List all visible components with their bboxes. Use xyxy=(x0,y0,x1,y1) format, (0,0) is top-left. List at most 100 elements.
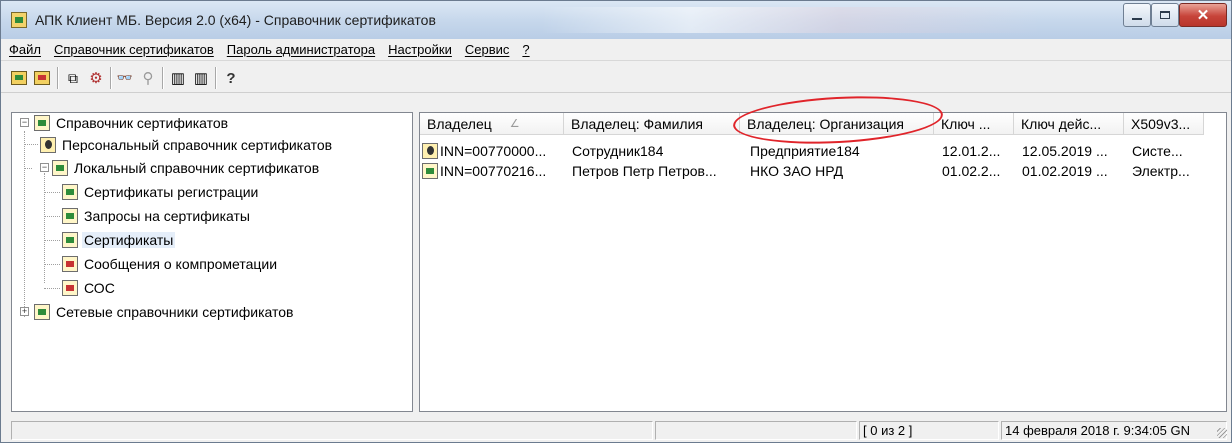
tree-item-label: Сетевые справочники сертификатов xyxy=(56,304,294,320)
toolbar-separator xyxy=(57,67,59,89)
tree-line xyxy=(44,240,60,241)
tree-item-label: Сертификаты xyxy=(82,232,176,248)
menu-settings[interactable]: Настройки xyxy=(388,42,452,57)
status-panel-datetime: 14 февраля 2018 г. 9:34:05 GN xyxy=(1001,421,1227,440)
tree-expander-network[interactable]: + xyxy=(20,307,29,316)
filter-icon: ⚲ xyxy=(142,70,154,87)
toolbar-button-help[interactable]: ? xyxy=(221,68,241,88)
status-panel-empty xyxy=(655,421,857,440)
menu-help[interactable]: ? xyxy=(522,42,529,57)
status-panel-main xyxy=(11,421,653,440)
column-header-key-valid[interactable]: Ключ дейс... xyxy=(1014,113,1124,135)
column-header-x509[interactable]: X509v3... xyxy=(1124,113,1204,135)
table-cell: Петров Петр Петров... xyxy=(572,163,717,179)
menu-admin-password[interactable]: Пароль администратора xyxy=(227,42,375,57)
toolbar-button-settings[interactable]: ⚙ xyxy=(86,68,106,88)
cert-directory-icon xyxy=(34,115,50,131)
tree-item-label: Запросы на сертификаты xyxy=(84,208,250,224)
menu-cert-directory[interactable]: Справочник сертификатов xyxy=(54,42,214,57)
toolbar-button-filter[interactable]: ⚲ xyxy=(138,68,158,88)
table-cell: 01.02.2019 ... xyxy=(1022,163,1108,179)
help-icon: ? xyxy=(226,69,236,87)
toolbar-button-cert-red[interactable] xyxy=(32,68,52,88)
status-bar: [ 0 из 2 ] 14 февраля 2018 г. 9:34:05 GN xyxy=(1,419,1231,442)
toolbar-separator xyxy=(215,67,217,89)
maximize-icon xyxy=(1160,11,1170,19)
tree-item-certs[interactable]: Сертификаты xyxy=(62,230,176,250)
person-cert-icon xyxy=(422,143,438,159)
minimize-icon xyxy=(1132,18,1142,20)
window-title: АПК Клиент МБ. Версия 2.0 (x64) - Справо… xyxy=(35,12,436,28)
tree-item-label: Персональный справочник сертификатов xyxy=(62,137,333,153)
toolbar-button-columns-1[interactable]: ▥ xyxy=(168,68,188,88)
tree-line xyxy=(44,173,45,283)
app-window: АПК Клиент МБ. Версия 2.0 (x64) - Справо… xyxy=(0,0,1232,443)
menu-service[interactable]: Сервис xyxy=(465,42,510,57)
minimize-button[interactable] xyxy=(1123,3,1151,27)
gear-icon: ⚙ xyxy=(89,70,103,87)
table-cell: Электр... xyxy=(1132,163,1190,179)
column-header-label: Ключ дейс... xyxy=(1021,115,1102,132)
tree-item-local[interactable]: Локальный справочник сертификатов xyxy=(52,158,321,178)
column-header-key-start[interactable]: Ключ ... xyxy=(934,113,1014,135)
tree-item-label: СОС xyxy=(84,280,115,296)
toolbar-button-columns-2[interactable]: ▥ xyxy=(191,68,211,88)
column-header-owner[interactable]: Владелец ∠ xyxy=(420,113,564,135)
tree-item-label: Сертификаты регистрации xyxy=(84,184,259,200)
tree-item-root[interactable]: Справочник сертификатов xyxy=(34,113,230,133)
toolbar-separator xyxy=(110,67,112,89)
tree-item-reg-certs[interactable]: Сертификаты регистрации xyxy=(62,182,260,202)
maximize-button[interactable] xyxy=(1151,3,1179,27)
cert-directory-icon xyxy=(52,160,68,176)
copy-icon: ⧉ xyxy=(68,69,78,86)
table-cell: Систе... xyxy=(1132,143,1183,159)
title-bar[interactable]: АПК Клиент МБ. Версия 2.0 (x64) - Справо… xyxy=(1,1,1231,39)
column-header-label: Владелец: Фамилия xyxy=(571,115,703,132)
table-cell: НКО ЗАО НРД xyxy=(750,163,844,179)
tree-item-compromise[interactable]: Сообщения о компрометации xyxy=(62,254,279,274)
certificate-revoke-icon xyxy=(34,71,50,85)
toolbar-separator xyxy=(162,67,164,89)
title-bar-glow xyxy=(541,7,1041,33)
row-icon xyxy=(422,161,438,181)
table-cell: INN=00770216... xyxy=(440,163,547,179)
tree-item-requests[interactable]: Запросы на сертификаты xyxy=(62,206,252,226)
person-cert-icon xyxy=(40,137,56,153)
toolbar-button-copy[interactable]: ⧉ xyxy=(63,68,83,88)
menu-file[interactable]: Файл xyxy=(9,42,41,57)
toolbar-button-find[interactable]: 👓 xyxy=(115,68,135,88)
tree-item-label: Локальный справочник сертификатов xyxy=(74,160,320,176)
table-cell: Предприятие184 xyxy=(750,143,860,159)
tree-line xyxy=(44,288,60,289)
tree-item-crl[interactable]: СОС xyxy=(62,278,117,298)
column-header-surname[interactable]: Владелец: Фамилия xyxy=(564,113,740,135)
tree-line xyxy=(24,131,25,317)
toolbar-button-cert-green[interactable] xyxy=(9,68,29,88)
table-cell: 01.02.2... xyxy=(942,163,1001,179)
status-panel-count: [ 0 из 2 ] xyxy=(859,421,999,440)
columns-icon: ▥ xyxy=(170,70,186,87)
table-cell: Сотрудник184 xyxy=(572,143,664,159)
table-cell: 12.01.2... xyxy=(942,143,1001,159)
tree-item-network[interactable]: Сетевые справочники сертификатов xyxy=(34,302,295,322)
sort-ascending-icon: ∠ xyxy=(509,118,520,130)
columns-icon: ▥ xyxy=(193,70,209,87)
certificate-tree[interactable]: − Справочник сертификатов Персональный с… xyxy=(11,112,413,412)
table-cell: INN=00770000... xyxy=(440,143,547,159)
resize-grip[interactable] xyxy=(1217,428,1227,438)
certificate-icon xyxy=(422,163,438,179)
tree-line xyxy=(44,264,60,265)
toolbar: ⧉ ⚙ 👓 ⚲ ▥ ▥ ? xyxy=(1,62,1231,93)
tree-line xyxy=(44,192,60,193)
tree-item-personal[interactable]: Персональный справочник сертификатов xyxy=(40,135,334,155)
tree-expander-local[interactable]: − xyxy=(40,163,49,172)
tree-expander-root[interactable]: − xyxy=(20,118,29,127)
app-icon[interactable] xyxy=(11,12,27,28)
cert-request-icon xyxy=(62,208,78,224)
crl-icon xyxy=(62,280,78,296)
certificate-list[interactable]: Владелец ∠ Владелец: Фамилия Владелец: О… xyxy=(419,112,1227,412)
close-button[interactable]: ✕ xyxy=(1179,3,1227,27)
network-directory-icon xyxy=(34,304,50,320)
column-header-label: Владелец xyxy=(427,115,492,132)
compromise-icon xyxy=(62,256,78,272)
